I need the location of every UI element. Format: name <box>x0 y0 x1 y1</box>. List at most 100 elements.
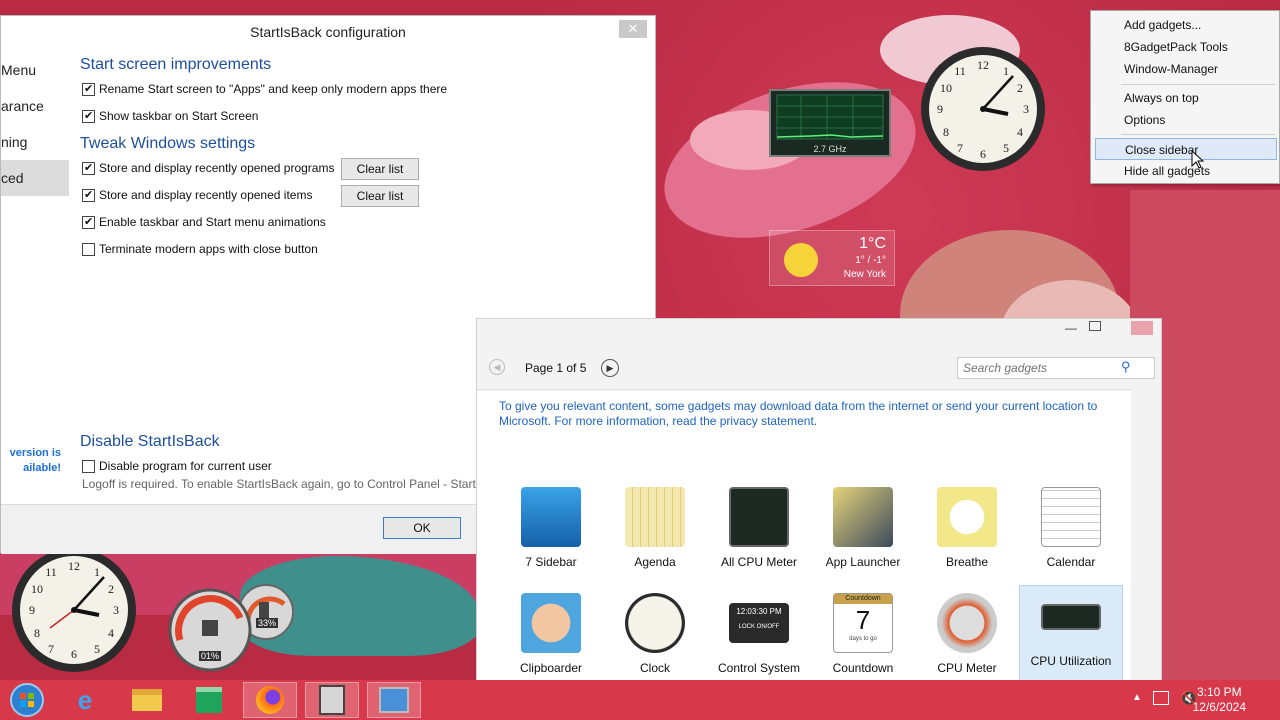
desktop-clock-gadget[interactable]: 12 3 6 9 1245 7 8 10 11 <box>918 44 1048 174</box>
checkbox[interactable] <box>82 188 95 202</box>
checkbox[interactable] <box>82 215 95 229</box>
clear-programs-button[interactable]: Clear list <box>341 158 419 180</box>
tray-overflow-icon[interactable]: ▲ <box>1132 692 1142 703</box>
minimize-icon[interactable]: — <box>1065 321 1077 335</box>
gadget-tile[interactable]: Breathe <box>915 487 1019 569</box>
svg-text:3: 3 <box>113 603 119 617</box>
gadget-tile[interactable]: App Launcher <box>811 487 915 569</box>
checkbox[interactable] <box>82 82 95 96</box>
desktop-clock-gadget-bottom[interactable]: 12 3 6 9 12 45 7 8 10 11 <box>10 546 138 674</box>
gadget-tile[interactable]: Agenda <box>603 487 707 569</box>
option-show-taskbar[interactable]: Show taskbar on Start Screen <box>82 108 258 124</box>
nav-item-switching[interactable]: ning <box>1 124 69 160</box>
agenda-icon <box>625 487 685 547</box>
menu-item-always-on-top[interactable]: Always on top <box>1095 87 1277 109</box>
svg-text:10: 10 <box>31 582 43 596</box>
gadget-name: All CPU Meter <box>720 555 797 569</box>
gadget-name: Agenda <box>634 555 676 569</box>
section-disable: Disable StartIsBack <box>80 433 220 450</box>
folder-icon <box>132 689 162 711</box>
section-tweak: Tweak Windows settings <box>80 135 256 152</box>
maximize-icon[interactable] <box>1089 321 1101 331</box>
svg-text:8: 8 <box>943 125 949 139</box>
checkbox[interactable] <box>82 242 95 256</box>
menu-item-window-manager[interactable]: Window-Manager <box>1095 58 1277 80</box>
option-label: Disable program for current user <box>99 459 272 473</box>
control-system-icon: 12:03:30 PM LOCK ON/OFF <box>729 603 789 643</box>
svg-text:12: 12 <box>977 58 989 72</box>
option-label: Store and display recently opened progra… <box>99 161 335 175</box>
checkbox[interactable] <box>82 459 95 473</box>
gadget-name: Clipboarder <box>519 661 583 675</box>
privacy-info: To give you relevant content, some gadge… <box>499 399 1098 428</box>
nav-item-advanced[interactable]: ced <box>1 160 69 196</box>
checkbox[interactable] <box>82 109 95 123</box>
internet-explorer-icon: e <box>77 684 93 715</box>
menu-item-options[interactable]: Options <box>1095 109 1277 131</box>
gadget-name: App Launcher <box>825 555 901 569</box>
nav-item-menu[interactable]: Menu <box>1 52 69 88</box>
option-store-programs[interactable]: Store and display recently opened progra… <box>82 160 334 176</box>
gadget-tile[interactable]: 7 Sidebar <box>499 487 603 569</box>
clear-items-button[interactable]: Clear list <box>341 185 419 207</box>
gadget-tile[interactable]: Calendar <box>1019 487 1123 569</box>
gadget-tile[interactable]: Clock <box>603 593 707 675</box>
svg-text:1: 1 <box>1003 64 1009 78</box>
cpu-meter-gadget[interactable]: 01% 33% <box>168 582 298 672</box>
countdown-days: 7 <box>855 605 871 635</box>
svg-text:12: 12 <box>68 559 80 573</box>
menu-item-hide-all-gadgets[interactable]: Hide all gadgets <box>1095 160 1277 182</box>
svg-text:2: 2 <box>108 582 114 596</box>
weather-gadget[interactable]: 1°C 1° / -1° New York <box>769 230 895 286</box>
gadget-tile[interactable]: 12:03:30 PM LOCK ON/OFF Control System <box>707 593 811 675</box>
control-lock: LOCK ON/OFF <box>738 624 780 630</box>
clock-date: 12/6/2024 <box>1192 700 1246 714</box>
gadget-tile[interactable]: Countdown 7 days to go Countdown <box>811 593 915 675</box>
gadget-tile[interactable]: All CPU Meter <box>707 487 811 569</box>
taskbar-app[interactable] <box>305 682 359 718</box>
firefox-icon <box>256 686 284 714</box>
gadget-tile[interactable]: CPU Meter <box>915 593 1019 675</box>
start-button[interactable] <box>0 682 54 718</box>
option-disable-program[interactable]: Disable program for current user <box>82 458 272 474</box>
close-button[interactable]: ✕ <box>619 20 647 38</box>
taskbar-ie[interactable]: e <box>58 682 112 718</box>
mouse-cursor-icon <box>1191 150 1205 169</box>
option-terminate[interactable]: Terminate modern apps with close button <box>82 241 318 257</box>
gadget-tile[interactable]: Clipboarder <box>499 593 603 675</box>
taskbar-explorer[interactable] <box>120 682 174 718</box>
prev-page-icon[interactable]: ◀ <box>489 359 505 375</box>
svg-text:1: 1 <box>94 565 100 579</box>
taskbar-store[interactable] <box>182 682 236 718</box>
menu-item-close-sidebar[interactable]: Close sidebar <box>1095 138 1277 160</box>
close-icon[interactable] <box>1131 321 1153 335</box>
menu-item-gadgetpack-tools[interactable]: 8GadgetPack Tools <box>1095 36 1277 58</box>
network-icon[interactable] <box>1153 691 1169 705</box>
taskbar-clock[interactable]: 3:10 PM 12/6/2024 <box>1193 685 1246 715</box>
app-launcher-icon <box>833 487 893 547</box>
gadget-name: Breathe <box>945 555 989 569</box>
svg-text:7: 7 <box>48 642 54 656</box>
cpu-utilization-icon <box>1041 604 1101 630</box>
ram-percent: 33% <box>256 618 279 628</box>
option-store-items[interactable]: Store and display recently opened items <box>82 187 312 203</box>
clock-time: 3:10 PM <box>1196 685 1242 699</box>
sidebar-context-menu: Add gadgets... 8GadgetPack Tools Window-… <box>1090 10 1280 184</box>
svg-text:3: 3 <box>1023 102 1029 116</box>
menu-item-add-gadgets[interactable]: Add gadgets... <box>1095 14 1277 36</box>
gadget-tile-selected[interactable]: CPU Utilization <box>1019 585 1123 685</box>
svg-text:7: 7 <box>957 141 963 155</box>
checkbox[interactable] <box>82 161 95 175</box>
option-rename-start[interactable]: Rename Start screen to "Apps" and keep o… <box>82 81 447 97</box>
nav-item-appearance[interactable]: arance <box>1 88 69 124</box>
next-page-icon[interactable]: ▶ <box>601 359 619 377</box>
new-version-link[interactable]: version is ailable! <box>1 446 61 476</box>
taskbar-firefox[interactable] <box>243 682 297 718</box>
ok-button[interactable]: OK <box>383 517 461 539</box>
gadgets-icon <box>379 687 409 713</box>
taskbar-gadgets[interactable] <box>367 682 421 718</box>
cpu-graph-gadget[interactable]: 2.7 GHz <box>769 89 891 157</box>
search-icon[interactable]: ⚲ <box>1121 359 1131 375</box>
option-animations[interactable]: Enable taskbar and Start menu animations <box>82 214 326 230</box>
page-indicator: Page 1 of 5 <box>525 361 587 375</box>
